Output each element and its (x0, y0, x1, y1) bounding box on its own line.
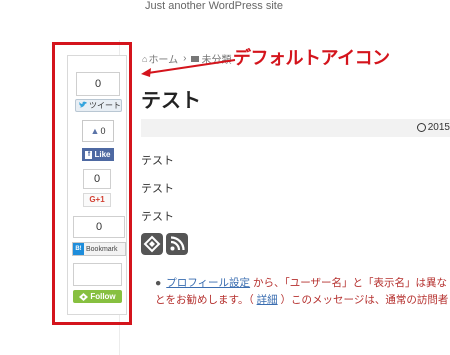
post-paragraph: テスト (141, 155, 174, 167)
user-icon: ● (155, 277, 162, 289)
post-date-bar: 2015 (141, 119, 450, 137)
rss-icon[interactable] (166, 233, 188, 255)
post-date: 2015 (416, 122, 450, 133)
google-plus-count: 0 (83, 169, 111, 189)
notice-text-1: から、「ユーザー名」と「表示名」は異な (252, 277, 448, 289)
feedly-count (73, 263, 122, 286)
hatena-bookmark-label: Bookmark (86, 245, 118, 253)
profile-notice: ● プロフィール設定 から、「ユーザー名」と「表示名」は異な とをお勧めします。… (155, 275, 448, 309)
feedly-follow-label: Follow (90, 292, 116, 301)
post-paragraph: テスト (141, 183, 174, 195)
twitter-bird-icon (79, 101, 87, 108)
hatena-bookmark-button[interactable]: B! Bookmark (72, 242, 126, 256)
clock-icon (416, 123, 426, 132)
feedly-icon-small (79, 292, 89, 301)
thumbs-up-icon: ▲ (90, 126, 100, 136)
twitter-tweet-button[interactable]: ツイート (75, 99, 122, 112)
feedly-follow-button[interactable]: Follow (73, 290, 122, 303)
post-paragraph: テスト (141, 211, 174, 223)
details-link[interactable]: 詳細 (257, 294, 278, 306)
facebook-like-label: Like (94, 150, 111, 159)
profile-settings-link[interactable]: プロフィール設定 (166, 277, 250, 289)
facebook-like-count: ▲ 0 (82, 120, 114, 142)
hatena-icon: B! (73, 243, 84, 255)
hatena-count: 0 (73, 216, 125, 238)
notice-text-3: ）このメッセージは、通常の訪問者 (280, 294, 449, 306)
google-plus-button[interactable]: G+1 (83, 193, 111, 207)
post-date-value: 2015 (427, 122, 450, 133)
twitter-count: 0 (76, 72, 120, 96)
feedly-icon[interactable] (141, 233, 163, 255)
site-tagline: Just another WordPress site (145, 0, 283, 12)
post-title: テスト (141, 90, 201, 112)
annotation-arrow (141, 59, 236, 77)
facebook-like-button[interactable]: f Like (82, 148, 114, 161)
annotation-callout: デフォルトアイコン (233, 48, 390, 68)
facebook-icon: f (85, 150, 93, 159)
twitter-tweet-label: ツイート (89, 101, 121, 110)
notice-text-2: とをお勧めします。（ (155, 294, 254, 306)
facebook-count-value: 0 (100, 126, 106, 136)
